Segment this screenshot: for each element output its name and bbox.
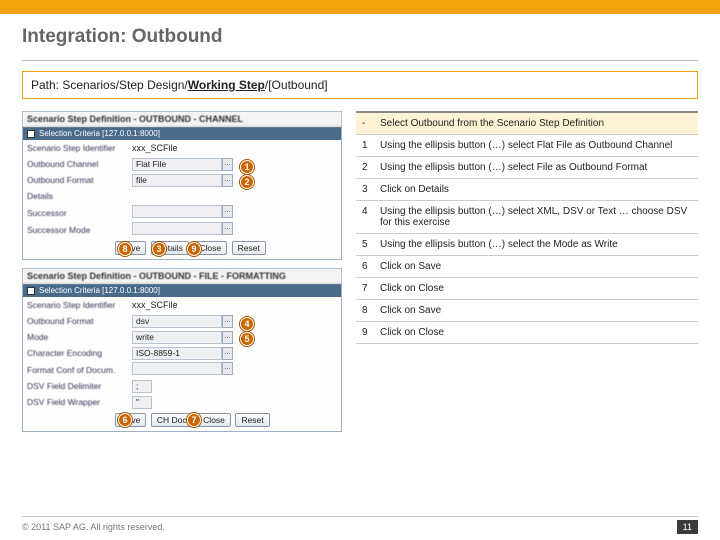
actions-row-1: Save Details Close Reset <box>23 238 341 259</box>
table-row: 9Click on Close <box>356 322 698 344</box>
input-format[interactable]: file <box>132 174 222 187</box>
lbl-identifier: Scenario Step Identifier <box>27 143 132 153</box>
lbl-succmode: Successor Mode <box>27 225 132 235</box>
accent-bar <box>0 0 720 14</box>
step-text: Select Outbound from the Scenario Step D… <box>374 112 698 135</box>
path-prefix: Path: Scenarios/Step Design/ <box>31 78 188 92</box>
input-format2[interactable]: dsv <box>132 315 222 328</box>
step-num: 1 <box>356 135 374 157</box>
panel-formatting-title: Scenario Step Definition - OUTBOUND - FI… <box>23 269 341 284</box>
screenshot-column: Scenario Step Definition - OUTBOUND - CH… <box>22 111 342 440</box>
step-text: Using the ellipsis button (…) select Fla… <box>374 135 698 157</box>
page-number: 11 <box>677 520 698 534</box>
instruction-table: -Select Outbound from the Scenario Step … <box>356 111 698 344</box>
step-num: - <box>356 112 374 135</box>
callout-7: 7 <box>187 413 201 427</box>
step-num: 4 <box>356 201 374 234</box>
collapse-icon-2[interactable] <box>27 287 35 295</box>
callout-3: 3 <box>152 242 166 256</box>
input-channel[interactable]: Flat File <box>132 158 222 171</box>
input-mode2[interactable]: write <box>132 331 222 344</box>
panel-channel-title: Scenario Step Definition - OUTBOUND - CH… <box>23 112 341 127</box>
selection-criteria-text: Selection Criteria [127.0.0.1:8000] <box>39 129 160 138</box>
input-successor[interactable] <box>132 205 222 218</box>
callout-4: 4 <box>240 317 254 331</box>
input-succmode[interactable] <box>132 222 222 235</box>
page-title: Integration: Outbound <box>22 26 698 48</box>
ellipsis-successor[interactable]: … <box>222 205 233 218</box>
step-text: Using the ellipsis button (…) select XML… <box>374 201 698 234</box>
step-num: 6 <box>356 256 374 278</box>
table-row: 1Using the ellipsis button (…) select Fl… <box>356 135 698 157</box>
table-row: 8Click on Save <box>356 300 698 322</box>
step-text: Click on Details <box>374 179 698 201</box>
callout-5: 5 <box>240 332 254 346</box>
ellipsis-format2[interactable]: … <box>222 315 233 328</box>
callout-2: 2 <box>240 175 254 189</box>
table-row: 2Using the ellipsis button (…) select Fi… <box>356 157 698 179</box>
actions-row-2: Save CH Doc Close Reset <box>23 410 341 431</box>
ellipsis-succmode[interactable]: … <box>222 222 233 235</box>
table-row: -Select Outbound from the Scenario Step … <box>356 112 698 135</box>
lbl-formconf: Format Conf of Docum. <box>27 365 132 375</box>
ellipsis-format[interactable]: … <box>222 174 233 187</box>
footer: © 2011 SAP AG. All rights reserved. 11 <box>22 516 698 534</box>
step-num: 9 <box>356 322 374 344</box>
input-charenc[interactable]: ISO-8859-1 <box>132 347 222 360</box>
callout-6: 6 <box>118 413 132 427</box>
selection-criteria-text-2: Selection Criteria [127.0.0.1:8000] <box>39 286 160 295</box>
lbl-channel: Outbound Channel <box>27 159 132 169</box>
step-text: Using the ellipsis button (…) select Fil… <box>374 157 698 179</box>
ellipsis-formconf[interactable]: … <box>222 362 233 375</box>
reset-button-1[interactable]: Reset <box>232 241 266 255</box>
path-strong: Working Step <box>188 78 265 92</box>
table-row: 6Click on Save <box>356 256 698 278</box>
reset-button-2[interactable]: Reset <box>235 413 269 427</box>
path-suffix: /[Outbound] <box>265 78 328 92</box>
lbl-mode2: Mode <box>27 332 132 342</box>
step-text: Click on Close <box>374 278 698 300</box>
copyright: © 2011 SAP AG. All rights reserved. <box>22 522 165 532</box>
lbl-format2: Outbound Format <box>27 316 132 326</box>
lbl-successor: Successor <box>27 208 132 218</box>
close-button-2[interactable]: Close <box>197 413 231 427</box>
lbl-dsvdelim: DSV Field Delimiter <box>27 381 132 391</box>
step-num: 5 <box>356 234 374 256</box>
selection-criteria-bar: Selection Criteria [127.0.0.1:8000] <box>23 127 341 140</box>
step-text: Click on Save <box>374 300 698 322</box>
table-row: 3Click on Details <box>356 179 698 201</box>
selection-criteria-bar-2: Selection Criteria [127.0.0.1:8000] <box>23 284 341 297</box>
callout-8: 8 <box>118 242 132 256</box>
step-text: Click on Close <box>374 322 698 344</box>
val-identifier2: xxx_SCFile <box>132 300 337 310</box>
lbl-dsvwrap: DSV Field Wrapper <box>27 397 132 407</box>
callout-9: 9 <box>187 242 201 256</box>
panel-formatting: Scenario Step Definition - OUTBOUND - FI… <box>22 268 342 432</box>
step-num: 8 <box>356 300 374 322</box>
step-num: 7 <box>356 278 374 300</box>
ellipsis-charenc[interactable]: … <box>222 347 233 360</box>
step-num: 3 <box>356 179 374 201</box>
lbl-identifier2: Scenario Step Identifier <box>27 300 132 310</box>
callout-1: 1 <box>240 160 254 174</box>
ellipsis-channel[interactable]: … <box>222 158 233 171</box>
table-row: 7Click on Close <box>356 278 698 300</box>
step-num: 2 <box>356 157 374 179</box>
step-text: Click on Save <box>374 256 698 278</box>
val-identifier: xxx_SCFile <box>132 143 337 153</box>
table-row: 5Using the ellipsis button (…) select th… <box>356 234 698 256</box>
input-dsvwrap[interactable]: " <box>132 396 152 409</box>
input-dsvdelim[interactable]: ; <box>132 380 152 393</box>
step-text: Using the ellipsis button (…) select the… <box>374 234 698 256</box>
input-formconf[interactable] <box>132 362 222 375</box>
divider <box>22 60 698 61</box>
lbl-details: Details <box>27 191 132 201</box>
lbl-charenc: Character Encoding <box>27 348 132 358</box>
ellipsis-mode2[interactable]: … <box>222 331 233 344</box>
table-row: 4Using the ellipsis button (…) select XM… <box>356 201 698 234</box>
collapse-icon[interactable] <box>27 130 35 138</box>
lbl-format: Outbound Format <box>27 175 132 185</box>
path-box: Path: Scenarios/Step Design/Working Step… <box>22 71 698 99</box>
panel-channel: Scenario Step Definition - OUTBOUND - CH… <box>22 111 342 260</box>
